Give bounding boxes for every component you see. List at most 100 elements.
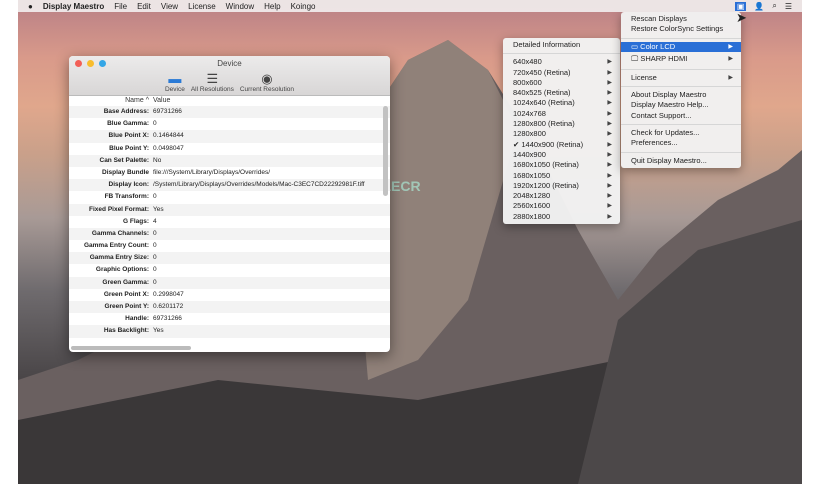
table-row[interactable]: Green Gamma: 0 [69, 276, 390, 289]
submenu-arrow-icon: ▶ [607, 182, 612, 189]
property-name: Has Backlight: [103, 327, 149, 335]
minimize-button[interactable] [87, 60, 94, 67]
table-row[interactable]: Has Backlight: Yes [69, 325, 390, 338]
property-value: Yes [153, 327, 164, 335]
menu-item-resolution[interactable]: 1680x1050 (Retina) ▶ [503, 160, 620, 170]
submenu-arrow-icon: ▶ [607, 162, 612, 169]
property-name: Green Point Y: [104, 303, 149, 310]
menu-view[interactable]: View [161, 2, 178, 11]
menu-item-label: 800x600 [513, 77, 542, 87]
menu-item-label: 1680x1050 [513, 170, 551, 180]
app-menu[interactable]: Display Maestro [43, 2, 104, 11]
menu-item-label: 2880x1800 [513, 211, 551, 221]
property-value: 0 [153, 266, 157, 274]
menu-item-resolution[interactable]: 1920x1200 (Retina) ▶ [503, 181, 620, 191]
vertical-scrollbar[interactable] [383, 106, 388, 196]
menu-item-resolution[interactable]: 2048x1280 ▶ [503, 191, 620, 201]
table-row[interactable]: Blue Point Y: 0.0498047 [69, 143, 390, 155]
table-row[interactable]: Display Icon: /System/Library/Displays/Ov… [69, 179, 390, 192]
table-row[interactable]: G Flags: 4 [69, 216, 390, 228]
menu-item-label: 640x480 [513, 57, 542, 67]
tab-device[interactable]: ▬ Device [165, 71, 185, 93]
menu-koingo[interactable]: Koingo [291, 2, 316, 11]
menu-item-check-updates[interactable]: Check for Updates... [621, 128, 741, 138]
property-name: Green Gamma: [102, 278, 149, 286]
menu-item-resolution[interactable]: 1280x800 ▶ [503, 129, 620, 139]
menu-item-resolution[interactable]: 640x480 ▶ [503, 57, 620, 67]
menu-item-resolution[interactable]: 720x450 (Retina) ▶ [503, 68, 620, 78]
menu-edit[interactable]: Edit [137, 2, 151, 11]
table-row[interactable]: Blue Point X: 0.1464844 [69, 130, 390, 143]
menu-item-resolution[interactable]: ✔ 1440x900 (Retina) ▶ [503, 140, 620, 150]
menu-item-contact-support[interactable]: Contact Support... [621, 111, 741, 121]
table-row[interactable]: FB Transform: 0 [69, 191, 390, 203]
property-value: Yes [153, 205, 164, 213]
submenu-arrow-icon: ▶ [607, 110, 612, 117]
menu-window[interactable]: Window [226, 2, 254, 11]
horizontal-scrollbar[interactable] [71, 346, 191, 350]
zoom-button[interactable] [99, 60, 106, 67]
table-row[interactable]: Can Set Palette: No [69, 154, 390, 167]
table-row[interactable]: Base Address: 69731266 [69, 106, 390, 119]
table-row[interactable]: Display Bundle file:///System/Library/Dis… [69, 167, 390, 179]
menu-item-resolution[interactable]: 840x525 (Retina) ▶ [503, 88, 620, 98]
submenu-arrow-icon: ▶ [607, 213, 612, 220]
menu-item-resolution[interactable]: 1024x768 ▶ [503, 109, 620, 119]
menu-item-label: 1440x900 [513, 149, 546, 159]
menu-file[interactable]: File [114, 2, 127, 11]
menu-item-detailed-information[interactable]: Detailed Information [503, 40, 620, 50]
menu-item-resolution[interactable]: 800x600 ▶ [503, 78, 620, 88]
menu-item-label: 1680x1050 (Retina) [513, 160, 579, 170]
menu-separator [621, 37, 741, 39]
menu-item-resolution[interactable]: 1440x900 ▶ [503, 150, 620, 160]
menu-item-resolution[interactable]: 1024x640 (Retina) ▶ [503, 98, 620, 108]
table-row[interactable]: Gamma Entry Size: 0 [69, 252, 390, 265]
menu-item-resolution[interactable]: 2880x1800 ▶ [503, 212, 620, 222]
submenu-arrow-icon: ▶ [607, 141, 612, 148]
table-row[interactable]: Blue Gamma: 0 [69, 118, 390, 130]
table-row[interactable]: Fixed Pixel Format: Yes [69, 203, 390, 216]
property-value: 0.0498047 [153, 144, 184, 152]
user-icon[interactable]: 👤 [754, 2, 764, 11]
table-row[interactable]: Handle: 69731266 [69, 313, 390, 325]
eye-icon: ◉ [261, 71, 273, 86]
property-value: /System/Library/Displays/Overrides/Model… [153, 181, 365, 189]
properties-table: Base Address: 69731266 Blue Gamma: 0 Blue Po… [69, 106, 390, 340]
menu-item-label: 2048x1280 [513, 191, 551, 201]
apple-menu-icon[interactable]: ● [28, 2, 33, 11]
tab-current-resolution[interactable]: ◉ Current Resolution [240, 71, 294, 93]
table-row[interactable]: Green Point X: 0.2998047 [69, 289, 390, 301]
menu-item-restore-colorsync[interactable]: Restore ColorSync Settings [621, 24, 741, 34]
menu-item-color-lcd[interactable]: ▭ Color LCD ▶ [621, 41, 741, 52]
menu-item-license[interactable]: License ▶ [621, 73, 741, 83]
menu-item-sharp-hdmi[interactable]: 🖵 SHARP HDMI ▶ [621, 52, 741, 66]
menu-item-preferences[interactable]: Preferences... [621, 138, 741, 148]
menu-item-rescan-displays[interactable]: Rescan Displays [621, 14, 741, 24]
table-row[interactable]: Gamma Channels: 0 [69, 227, 390, 241]
menu-item-resolution[interactable]: 1680x1050 ▶ [503, 171, 620, 181]
property-name: Horizontal Image Size: [69, 338, 153, 341]
notification-center-icon[interactable]: ☰ [785, 2, 792, 11]
menu-separator [621, 68, 741, 70]
property-name: Gamma Entry Count: [83, 242, 149, 250]
tab-all-resolutions[interactable]: ☰ All Resolutions [191, 71, 234, 93]
menu-item-label: License [631, 72, 657, 82]
table-row[interactable]: Graphic Options: 0 [69, 264, 390, 276]
table-row[interactable]: Green Point Y: 0.6201172 [69, 301, 390, 314]
menu-license[interactable]: License [188, 2, 216, 11]
submenu-arrow-icon: ▶ [728, 43, 733, 50]
menu-item-about[interactable]: About Display Maestro [621, 90, 741, 100]
menu-item-label: 840x525 (Retina) [513, 88, 571, 98]
table-row[interactable]: Horizontal Image Size:330 millimeters [69, 338, 390, 341]
column-value[interactable]: Value [153, 96, 170, 106]
menu-item-label: Rescan Displays [631, 14, 687, 23]
menu-item-quit[interactable]: Quit Display Maestro... [621, 156, 741, 166]
menu-item-resolution[interactable]: 1280x800 (Retina) ▶ [503, 119, 620, 129]
column-name[interactable]: Name ^ [69, 96, 153, 106]
close-button[interactable] [75, 60, 82, 67]
search-icon[interactable]: ⌕ [772, 1, 776, 11]
menu-item-help[interactable]: Display Maestro Help... [621, 100, 741, 110]
menu-item-resolution[interactable]: 2560x1600 ▶ [503, 201, 620, 211]
menu-help[interactable]: Help [264, 2, 280, 11]
table-row[interactable]: Gamma Entry Count: 0 [69, 240, 390, 252]
